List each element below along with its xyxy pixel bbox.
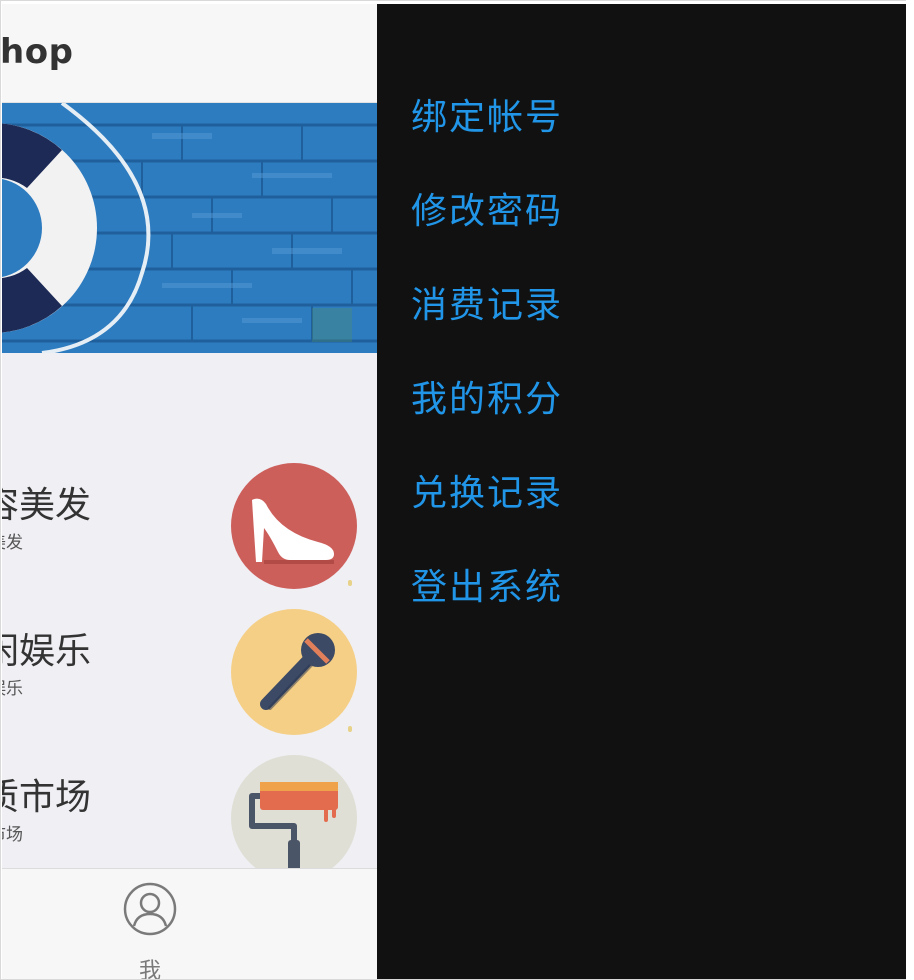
user-profile-icon — [123, 882, 177, 936]
menu-item-my-points[interactable]: 我的积分 — [411, 370, 563, 464]
menu-item-purchase-history[interactable]: 消费记录 — [411, 276, 563, 370]
tab-bar: 我 — [2, 868, 377, 979]
category-title: 容美发 — [2, 485, 91, 526]
decor-dot — [348, 580, 352, 586]
high-heel-shoe-icon — [230, 462, 358, 590]
category-title: 质市场 — [2, 777, 91, 818]
category-row-entertainment[interactable]: 闲娱乐 娱乐 — [2, 608, 377, 748]
category-subtitle: 市场 — [2, 825, 23, 845]
tab-me-label: 我 — [138, 959, 161, 980]
menu-item-logout[interactable]: 登出系统 — [411, 558, 563, 652]
category-title: 闲娱乐 — [2, 631, 91, 672]
microphone-icon — [230, 608, 358, 736]
side-drawer: 绑定帐号 修改密码 消费记录 我的积分 兑换记录 登出系统 — [377, 4, 907, 979]
category-subtitle: 娱乐 — [2, 679, 23, 699]
drawer-menu: 绑定帐号 修改密码 消费记录 我的积分 兑换记录 登出系统 — [411, 88, 563, 652]
category-row-beauty[interactable]: 容美发 美发 — [2, 462, 377, 602]
nav-bar: hop — [2, 4, 377, 103]
category-subtitle: 美发 — [2, 533, 23, 553]
menu-item-bind-account[interactable]: 绑定帐号 — [411, 88, 563, 182]
lifebuoy-on-wood-image — [2, 103, 377, 353]
banner-image[interactable] — [2, 103, 377, 353]
decor-dot — [348, 726, 352, 732]
main-content: hop 美发 发 娱乐 乐 市场 场 我 — [2, 4, 377, 979]
tab-me[interactable]: 我 — [120, 879, 180, 979]
app-window: hop 美发 发 娱乐 乐 市场 场 我 绑定帐号 修改密码 消费记录 我的积分… — [0, 0, 914, 980]
menu-item-redemption-history[interactable]: 兑换记录 — [411, 464, 563, 558]
paint-roller-icon — [230, 754, 358, 882]
page-title: hop — [2, 32, 74, 72]
menu-item-change-password[interactable]: 修改密码 — [411, 182, 563, 276]
window-edge — [906, 0, 914, 980]
